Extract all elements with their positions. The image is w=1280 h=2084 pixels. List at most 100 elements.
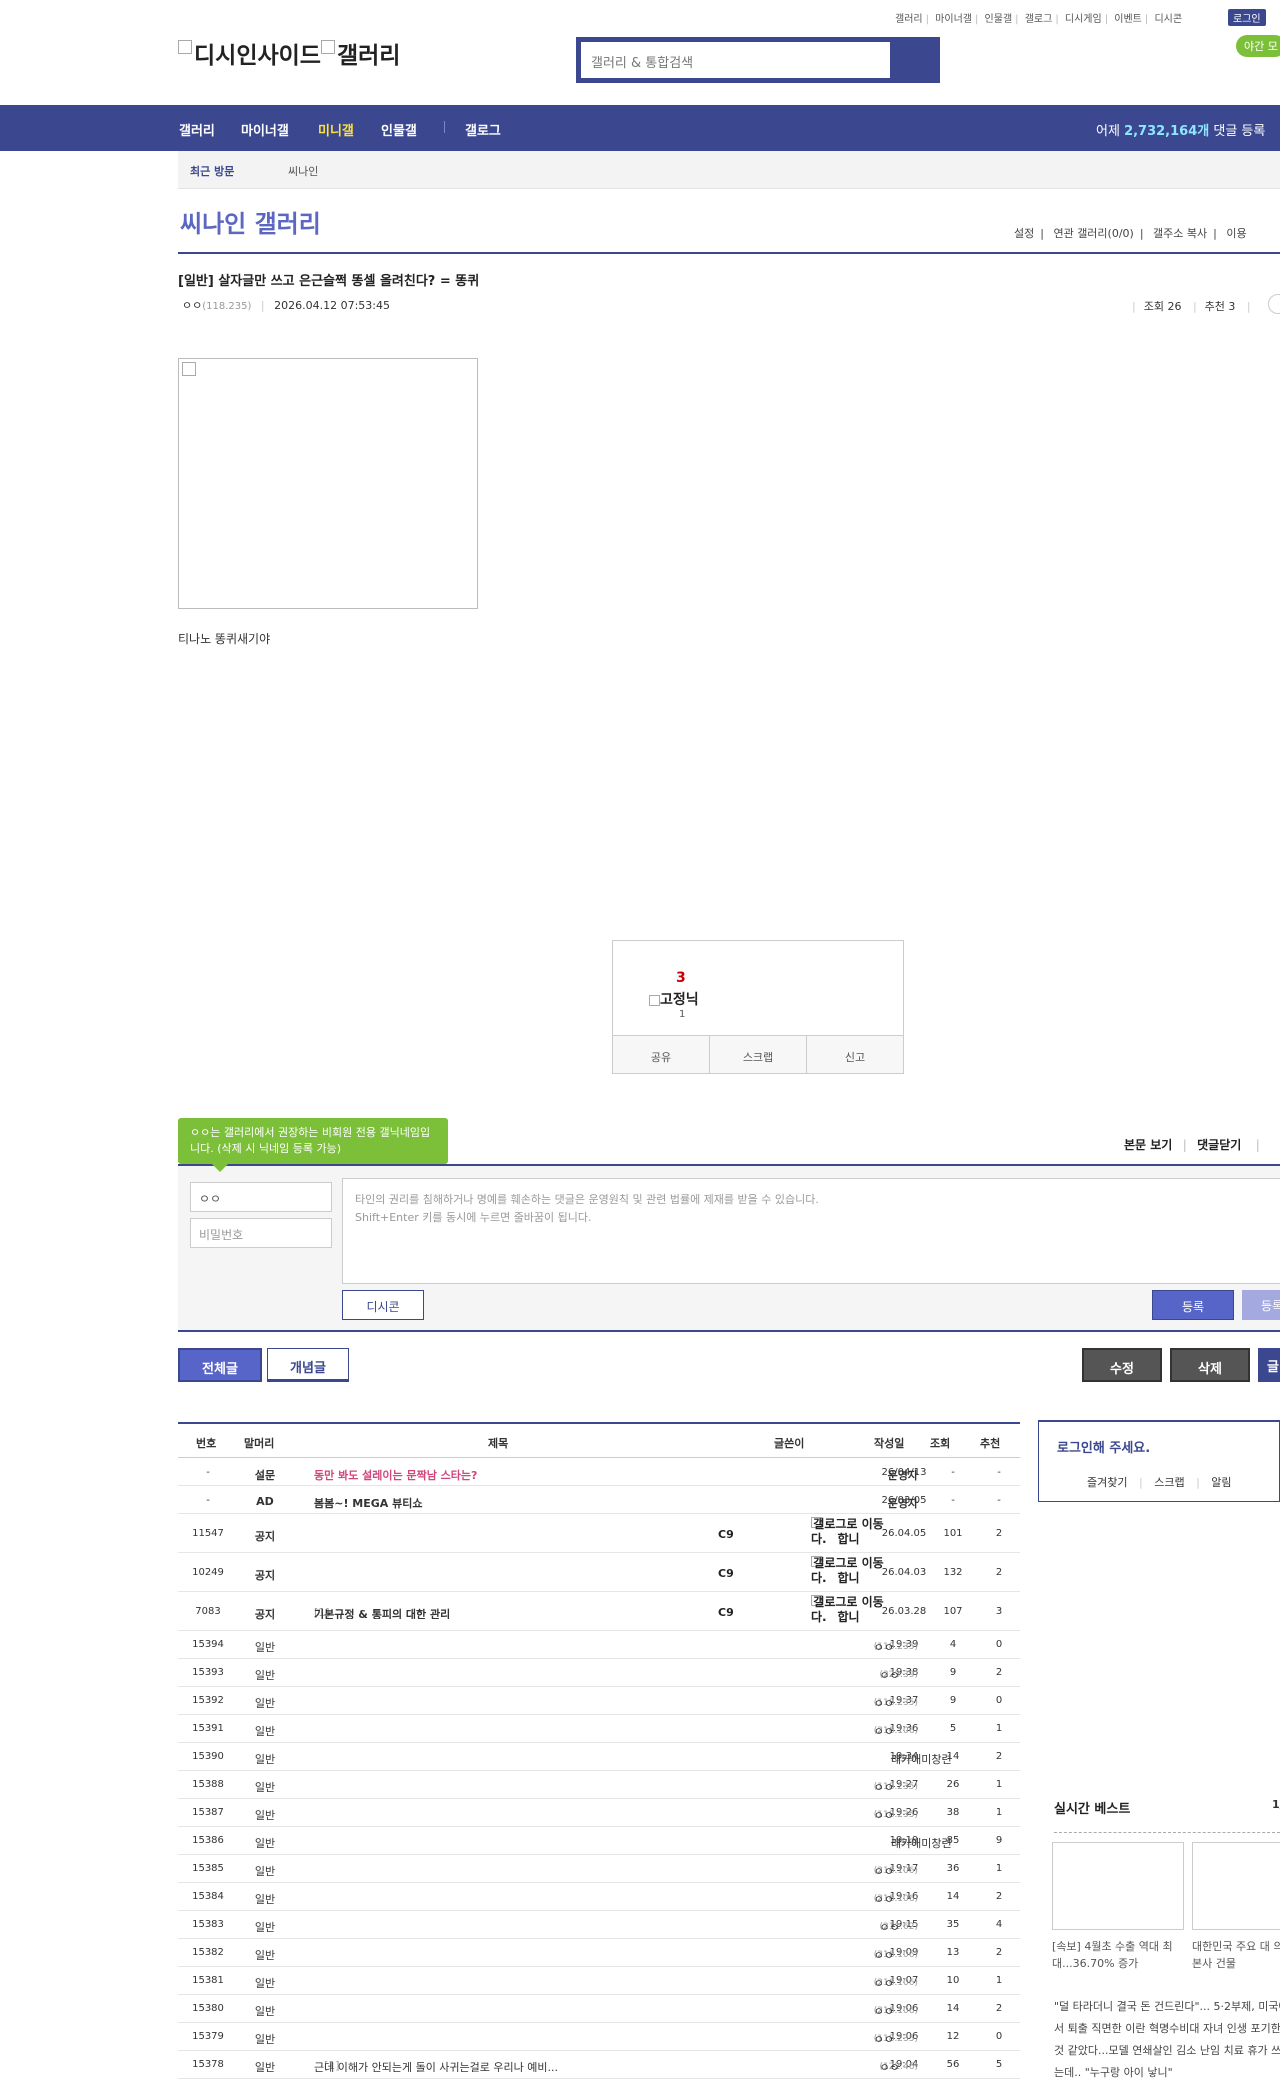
row-writer-c9[interactable]: C9 [718, 1606, 734, 1619]
write-button[interactable]: 글 [1258, 1348, 1280, 1382]
submit-comment-button[interactable]: 등록 [1152, 1290, 1234, 1320]
table-row[interactable]: 15379일반19:06120먹버 한뒤부터는 얼마 싸주지도 않았음ㅋㅋㅋㅋㅇ… [178, 2023, 1020, 2051]
post-writer[interactable]: ㅇㅇ [182, 299, 202, 312]
best-text-list[interactable]: "덜 타라더니 결국 돈 건드린다"... 5·2부제, 미국에서 퇴출 직면한… [1054, 1996, 1280, 2084]
top-menu-gallery[interactable]: 갤러리 [895, 14, 923, 25]
row-writer-name[interactable]: 래카애미창련 [891, 1751, 952, 1767]
close-comments-link[interactable]: 댓글닫기 [1197, 1138, 1241, 1152]
realtime-best-page[interactable]: 1/ [1272, 1798, 1280, 1811]
submit-recommend-button[interactable]: 등록 [1242, 1290, 1280, 1320]
table-row[interactable]: - 설문 동만 봐도 설레이는 문짝남 스타는? 26/04/13- - 운영자 [178, 1458, 1020, 1486]
row-writer-name[interactable]: ㅇㅇ [874, 1695, 894, 1711]
alert-tab[interactable]: 알림 [1211, 1476, 1231, 1489]
top-menu-dccon[interactable]: 디시콘 [1154, 14, 1182, 25]
row-writer-c9[interactable]: C9 [718, 1567, 734, 1580]
nav-gallog[interactable]: 갤로그 [465, 120, 501, 139]
scrap-tab[interactable]: 스크랩 [1154, 1476, 1184, 1489]
row-writer[interactable]: ㅇㅇ (118.235) [718, 1695, 918, 1711]
report-button[interactable]: 신고 [807, 1036, 903, 1073]
nav-person[interactable]: 인물갤 [381, 120, 417, 139]
row-writer[interactable]: ㅇㅇ (216.106) [718, 1975, 918, 1991]
table-row[interactable]: 15385일반19:17361근데 여기 갤은 왜있는거노? ㅋㅋㅇㅇ (216… [178, 1855, 1020, 1883]
best-thumbnail[interactable] [1052, 1842, 1184, 1930]
delete-button[interactable]: 삭제 [1170, 1348, 1250, 1382]
fixed-nick-recommend[interactable]: 고정닉 [649, 989, 699, 1009]
table-row[interactable]: - AD 봄봄~! MEGA 뷰티쇼 26/03/05- - 운영자 [178, 1486, 1020, 1514]
nickname-field[interactable]: ㅇㅇ [190, 1182, 332, 1212]
recent-visit-label[interactable]: 최근 방문 [190, 163, 234, 179]
table-row[interactable]: 15381일반19:07101살자견 ㅂㅅㅋㅋㅋ 후빠남친한테 풍왜쏘녹ㄱㅋㅋㅋ… [178, 1967, 1020, 1995]
settings-link[interactable]: 설정 [1014, 227, 1034, 240]
row-title-text[interactable]: 근데 이해가 안되는게 돌이 사귀는걸로 우리나 예비... [314, 2059, 558, 2072]
nav-mini[interactable]: 미니갤 [318, 120, 354, 139]
table-row[interactable]: 15388일반19:27261엠티 ㅅㅂ 갈거면 따로 좀 가던가 아예 안갔음… [178, 1771, 1020, 1799]
row-title[interactable]: 근데 이해가 안되는게 돌이 사귀는걸로 우리나 예비... [1] [314, 2059, 744, 2072]
table-row[interactable]: 15392일반19:3790그냥 엑셀 스타 방송적 시너지가 1도 없음 서로… [178, 1687, 1020, 1715]
row-writer[interactable]: ㅇㅇ (216.106) [718, 2003, 918, 2019]
table-row[interactable]: 11547공지26.04.051012신고는 여기로 해주세요C9갤로그로 이동… [178, 1514, 1020, 1553]
favorites-tab[interactable]: 즐겨찾기 [1087, 1476, 1127, 1489]
top-menu-dcgame[interactable]: 디시게임 [1065, 14, 1102, 25]
nav-minor[interactable]: 마이너갤 [241, 120, 289, 139]
table-row[interactable]: 15383일반19:15354씨나인) 나는 돈 없다는거 말고 긁히는건 딱히… [178, 1911, 1020, 1939]
share-button[interactable]: 공유 [613, 1036, 710, 1073]
row-writer-name[interactable]: ㅇㅇ [874, 1779, 894, 1795]
top-menu-person[interactable]: 인물갤 [985, 14, 1013, 25]
table-row[interactable]: 15378 일반 19:04 56 5 근데 이해가 안되는게 돌이 사귀는걸로 우리나 … [178, 2051, 1020, 2079]
row-writer[interactable]: ㅇㅇ (216.106) [718, 1947, 918, 1963]
row-title[interactable]: 동만 봐도 설레이는 문짝남 스타는? [314, 1467, 744, 1483]
row-writer-name[interactable]: ㅇㅇ [874, 2031, 894, 2047]
table-row[interactable]: 15391일반19:3651그래 살자야ㅋㅋㅋ 니라도 글좀써라ㅋㅋㅋㅇㅇ (2… [178, 1715, 1020, 1743]
row-writer[interactable]: ㅇㅇ (216.106) [718, 1723, 918, 1739]
row-writer-name[interactable]: ㅇㅇ [874, 1723, 894, 1739]
post-image[interactable] [178, 358, 478, 609]
copy-address-link[interactable]: 갤주소 복사 [1153, 227, 1207, 240]
search-button[interactable] [892, 40, 937, 80]
login-prompt[interactable]: 로그인해 주세요. [1057, 1437, 1150, 1456]
row-writer-gallog[interactable]: 갤로그로 이동합니 다. [736, 1517, 886, 1546]
best-caption[interactable]: 대한민국 주요 대 의 그룹 본사 건물 [1192, 1938, 1280, 1972]
top-menu-minor[interactable]: 마이너갤 [935, 14, 972, 25]
table-row[interactable]: 15384일반19:16142응살자련들 후빠동거 ㅅㄱㅇㅇ (216.106) [178, 1883, 1020, 1911]
best-caption[interactable]: [속보] 4월초 수출 역대 최대...36.70% 증가 [1052, 1938, 1180, 1972]
row-writer-name[interactable]: 래카애미창련 [891, 1835, 952, 1851]
row-writer-gallog[interactable]: 갤로그로 이동합니 다. [736, 1556, 886, 1585]
row-writer[interactable]: 래카애미창련 (85.9) [718, 1751, 952, 1766]
row-writer[interactable]: 운영자 [718, 1467, 918, 1483]
row-writer[interactable]: ㅇㅇ (216.106) [718, 1891, 918, 1906]
search-input[interactable]: 갤러리 & 통합검색 [579, 40, 892, 80]
table-row[interactable]: 15387일반19:26381썩어 ㅋㅋㅇㅇ (118.235) [178, 1799, 1020, 1827]
row-writer-name[interactable]: ㅇㅇ [874, 1639, 894, 1655]
row-writer[interactable]: ㅇㅇ (118.235) [718, 1807, 918, 1822]
row-writer-name[interactable]: ㅇㅇ [879, 2059, 899, 2075]
row-writer-gallog[interactable]: 갤로그로 이동합니 다. [736, 1595, 886, 1624]
top-menu-event[interactable]: 이벤트 [1114, 14, 1142, 25]
row-writer[interactable]: ㅇㅇ (118.235) [718, 1779, 918, 1795]
site-logo[interactable]: 디시인사이드 갤러리 [178, 36, 400, 70]
row-title-text[interactable]: 기본규정 & 통피의 대한 관리 [314, 1606, 450, 1619]
table-row[interactable]: 7083 공지 26.03.28 107 3 기본규정 & 통피의 대한 관리 [1] C9… [178, 1592, 1020, 1631]
table-row[interactable]: 15394일반19:3940예비햄이 아무렇지 않을 거라는 건 너무 희망회로… [178, 1631, 1020, 1659]
table-row[interactable]: 15393일반19:3892똥 묻으면 망하는게 과학이야ㅇㅇ (223.39) [178, 1659, 1020, 1687]
row-title[interactable]: 봄봄~! MEGA 뷰티쇼 [314, 1495, 744, 1511]
row-writer[interactable]: 운영자 [718, 1495, 918, 1511]
row-writer[interactable]: ㅇㅇ (223.39) [718, 1667, 918, 1683]
usage-link[interactable]: 이용 [1226, 227, 1246, 240]
table-row[interactable]: 15386일반19:19859좀비 = 썩어 증거 jpg.래카애미창련 (85… [178, 1827, 1020, 1855]
row-writer[interactable]: 래카애미창련 (85.9) [718, 1835, 952, 1850]
view-body-link[interactable]: 본문 보기 [1124, 1138, 1172, 1152]
row-writer-name[interactable]: ㅇㅇ [874, 2003, 894, 2019]
row-writer-name[interactable]: ㅇㅇ [874, 1947, 894, 1963]
row-title[interactable]: 기본규정 & 통피의 대한 관리 [1] [314, 1606, 744, 1619]
table-row[interactable]: 15380일반19:06142똥ㅂㅅ 없으니깐 시청자가 차노ㅋㅋㅋㅇㅇ (21… [178, 1995, 1020, 2023]
dccon-button[interactable]: 디시콘 [342, 1290, 424, 1320]
related-gallery-link[interactable]: 연관 갤러리(0/0) [1053, 227, 1133, 240]
row-writer[interactable]: ㅇㅇ (211.62) [718, 1919, 918, 1934]
row-writer[interactable]: ㅇㅇ (216.106) [718, 1863, 918, 1878]
row-writer-name[interactable]: ㅇㅇ [874, 1975, 894, 1991]
night-mode-toggle[interactable]: 야간 모 [1236, 35, 1280, 57]
table-row[interactable]: 15390일반19:34142Mt 컨텐츠도 시효가 다한거같음 ㅇㅇ래카애미창… [178, 1743, 1020, 1771]
row-writer-name[interactable]: ㅇㅇ [879, 1667, 899, 1683]
comment-textarea[interactable]: 타인의 권리를 침해하거나 명예를 훼손하는 댓글은 운영원칙 및 관련 법률에… [342, 1178, 1280, 1284]
row-writer-c9[interactable]: C9 [718, 1528, 734, 1541]
